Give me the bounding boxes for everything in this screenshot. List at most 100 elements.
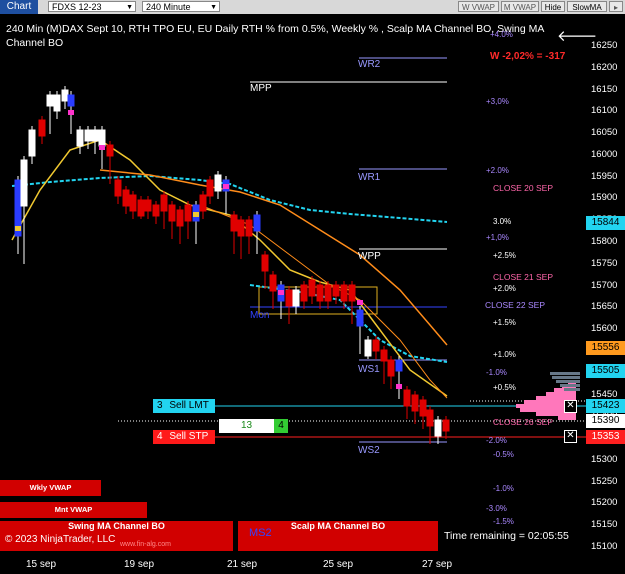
candle-body <box>184 204 192 222</box>
price-flag: 15353 <box>586 429 625 444</box>
level-ms2: MS2 <box>249 527 272 539</box>
candle-body <box>206 179 214 197</box>
instrument-selector[interactable]: FDXS 12-23 ▼ <box>48 1 136 12</box>
candle-body <box>53 94 61 112</box>
volume-profile-bar-grey <box>560 384 580 387</box>
pct-label: -1.5% <box>493 517 514 526</box>
sell-stop-order[interactable]: 4 Sell STP <box>153 430 215 444</box>
slow-ma-button[interactable]: SlowMA <box>567 1 607 12</box>
candle-body <box>324 284 332 302</box>
candle-body <box>403 389 411 407</box>
sell-stop-label: Sell STP <box>169 431 209 442</box>
candle-body <box>292 289 300 307</box>
price-flag: 15505 <box>586 363 625 378</box>
sell-limit-order[interactable]: 3 Sell LMT <box>153 399 215 413</box>
toolbar-overflow-icon[interactable]: ▸ <box>609 1 623 12</box>
position-side[interactable]: 4 <box>274 419 288 433</box>
y-axis-tick: 16100 <box>591 105 618 117</box>
hide-button[interactable]: Hide <box>541 1 565 12</box>
pct-label: +0.5% <box>493 383 516 392</box>
interval-selector[interactable]: 240 Minute ▼ <box>142 1 220 12</box>
candle-body <box>372 339 380 352</box>
y-axis-tick: 15750 <box>591 257 618 269</box>
y-axis-tick: 15450 <box>591 388 618 400</box>
chevron-down-icon: ▼ <box>126 4 133 11</box>
candle-body <box>176 209 184 227</box>
signal-marker <box>396 384 402 389</box>
y-axis-tick: 15150 <box>591 519 618 531</box>
signal-marker <box>278 290 284 295</box>
candle-body <box>168 204 176 222</box>
candle-body <box>114 179 122 197</box>
candle-body <box>91 129 99 142</box>
candle-body <box>28 129 36 157</box>
candle-body <box>46 94 54 107</box>
y-axis-tick: 15100 <box>591 541 618 552</box>
y-axis-tick: 15300 <box>591 453 618 465</box>
pct-label: -1.0% <box>486 368 507 377</box>
candle-body <box>356 309 364 327</box>
candle-body <box>137 199 145 217</box>
cancel-sell-limit-icon[interactable]: ✕ <box>564 400 577 413</box>
y-axis-tick: 15650 <box>591 301 618 313</box>
candle-body <box>144 199 152 212</box>
candle-body <box>237 219 245 237</box>
level-wr2: WR2 <box>358 59 381 70</box>
weekly-vwap-button[interactable]: W VWAP <box>458 1 499 12</box>
candle-body <box>129 194 137 212</box>
close-label: CLOSE 26 SEP <box>493 417 554 427</box>
candle-body <box>387 359 395 377</box>
price-axis[interactable]: 16250 16200 16150 16100 16050 16000 15950 15900… <box>588 14 625 554</box>
time-remaining: Time remaining = 02:05:55 <box>444 530 569 542</box>
pct-label: +2.5% <box>493 251 516 260</box>
level-wr1: WR1 <box>358 172 381 183</box>
pct-label: 3.0% <box>493 217 512 226</box>
candle-body <box>285 289 293 307</box>
sell-limit-label: Sell LMT <box>169 400 209 411</box>
close-label: CLOSE 20 SEP <box>493 183 554 193</box>
watermark: www.fin-alg.com <box>120 541 171 548</box>
volume-profile-bar <box>558 416 576 420</box>
candle-body <box>411 394 419 412</box>
y-axis-tick: 16050 <box>591 127 618 139</box>
candle-body <box>442 419 450 432</box>
pct-label: +1.5% <box>493 318 516 327</box>
position-qty[interactable]: 13 <box>219 419 274 433</box>
y-axis-tick: 16200 <box>591 61 618 73</box>
pct-label: -1.0% <box>493 484 514 493</box>
pct-label: +2.0% <box>486 166 509 175</box>
signal-marker <box>357 300 363 305</box>
level-mpp: MPP <box>250 83 272 94</box>
candle-body <box>98 129 106 147</box>
candle-body <box>395 359 403 372</box>
candle-body <box>160 194 168 212</box>
toolbar: Chart FDXS 12-23 ▼ 240 Minute ▼ W VWAP M… <box>0 0 625 14</box>
price-flag: 15423 <box>586 399 625 414</box>
chart-tab[interactable]: Chart <box>0 0 38 14</box>
price-chart[interactable] <box>0 40 588 555</box>
y-axis-tick: 16250 <box>591 40 618 51</box>
candle-body <box>340 284 348 302</box>
y-axis-tick: 15900 <box>591 192 618 204</box>
candle-body <box>300 284 308 302</box>
candle-body <box>76 129 84 147</box>
candle-body <box>316 284 324 302</box>
sell-stop-qty: 4 <box>157 431 163 442</box>
instrument-label: FDXS 12-23 <box>52 2 102 12</box>
price-flag: 15556 <box>586 341 625 356</box>
candle-body <box>245 219 253 237</box>
y-axis-tick: 15600 <box>591 323 618 335</box>
cancel-sell-stop-icon[interactable]: ✕ <box>564 430 577 443</box>
x-axis-label: 21 sep <box>227 559 258 570</box>
x-axis-label: 19 sep <box>124 559 155 570</box>
price-flag: 15844 <box>586 215 625 230</box>
y-axis-tick: 16150 <box>591 83 618 95</box>
level-ws1: WS1 <box>358 364 380 375</box>
y-axis-tick: 15800 <box>591 236 618 248</box>
monthly-vwap-button[interactable]: M VWAP <box>501 1 539 12</box>
level-mon: Mon <box>250 310 270 321</box>
close-label: CLOSE 22 SEP <box>485 300 546 310</box>
price-flag: 15390 <box>586 413 625 428</box>
candle-body <box>434 419 442 437</box>
candle-body <box>308 279 316 297</box>
